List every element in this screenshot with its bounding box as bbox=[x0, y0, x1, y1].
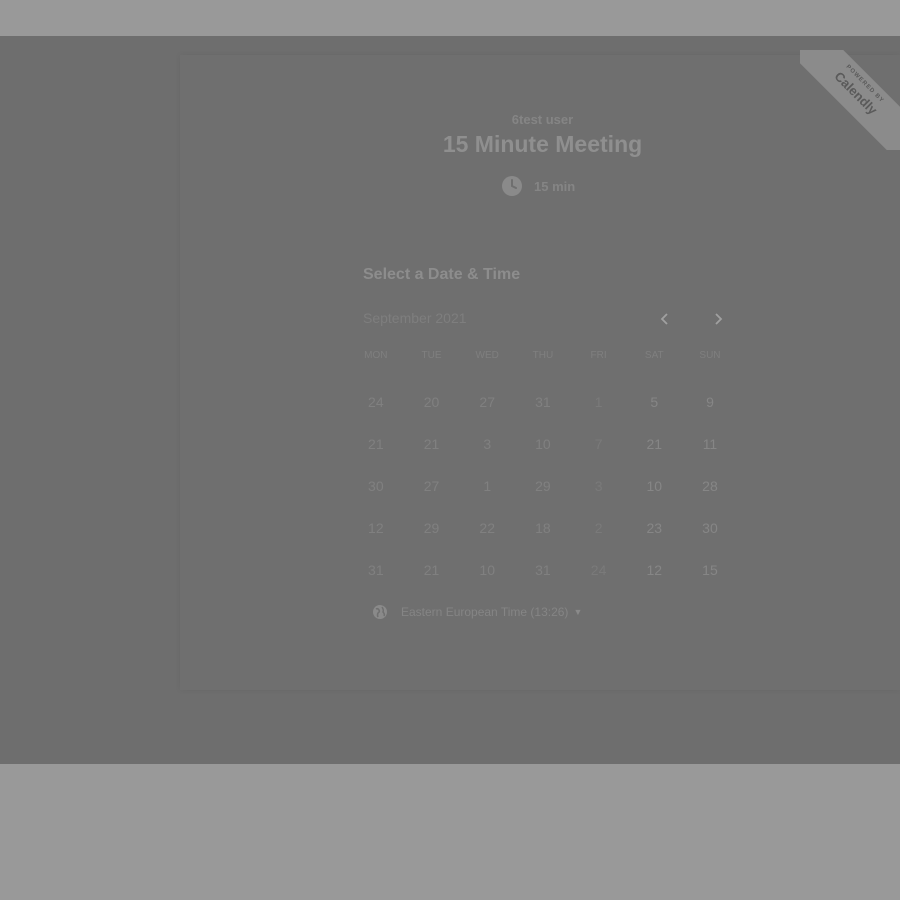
calendar-day[interactable]: 28 bbox=[682, 479, 738, 493]
calendar-day[interactable]: 27 bbox=[459, 395, 515, 409]
duration-label: 15 min bbox=[534, 178, 576, 194]
calendar-day[interactable]: 10 bbox=[626, 479, 682, 493]
calendar-day[interactable]: 30 bbox=[348, 479, 404, 493]
calendar-day[interactable]: 1 bbox=[459, 479, 515, 493]
weekday-label: SAT bbox=[644, 350, 664, 361]
weekday-label: TUE bbox=[421, 350, 442, 361]
calendar-day[interactable]: 31 bbox=[348, 563, 404, 577]
calendar-week-row: 21 21 3 10 7 21 11 bbox=[348, 423, 738, 465]
weekday-label: WED bbox=[475, 350, 499, 361]
calendar-day[interactable]: 21 bbox=[404, 437, 460, 451]
month-navigation: September 2021 bbox=[363, 310, 735, 330]
calendar-day[interactable]: 1 bbox=[571, 395, 627, 409]
calendar-day[interactable]: 23 bbox=[626, 521, 682, 535]
calendar-day[interactable]: 21 bbox=[626, 437, 682, 451]
calendar-day[interactable]: 2 bbox=[571, 521, 627, 535]
prev-month-button[interactable] bbox=[654, 308, 676, 330]
calendar-day[interactable]: 27 bbox=[404, 479, 460, 493]
weekday-label: FRI bbox=[590, 350, 607, 361]
timezone-selector[interactable]: Eastern European Time (13:26) ▼ bbox=[372, 604, 582, 620]
calendar-day[interactable]: 12 bbox=[626, 563, 682, 577]
chevron-left-icon bbox=[660, 313, 668, 325]
calendar-day[interactable]: 20 bbox=[404, 395, 460, 409]
calendar-week-row: 24 20 27 31 1 5 9 bbox=[348, 381, 738, 423]
calendar-week-row: 30 27 1 29 3 10 28 bbox=[348, 465, 738, 507]
calendar-day[interactable]: 10 bbox=[515, 437, 571, 451]
calendar-day[interactable]: 12 bbox=[348, 521, 404, 535]
calendar-day[interactable]: 18 bbox=[515, 521, 571, 535]
calendar-day[interactable]: 29 bbox=[515, 479, 571, 493]
globe-icon bbox=[373, 605, 387, 619]
calendar-day[interactable]: 3 bbox=[571, 479, 627, 493]
caret-down-icon: ▼ bbox=[573, 607, 583, 617]
chevron-right-icon bbox=[715, 313, 723, 325]
calendar-day[interactable]: 31 bbox=[515, 395, 571, 409]
weekday-label: MON bbox=[364, 350, 388, 361]
calendar-weeks: 24 20 27 31 1 5 9 21 21 3 10 7 21 11 30 27 1 29 3 10 28 12 29 2… bbox=[348, 381, 738, 591]
calendar-day[interactable]: 21 bbox=[348, 437, 404, 451]
month-label: September 2021 bbox=[363, 310, 467, 326]
calendar-day[interactable]: 24 bbox=[571, 563, 627, 577]
calendar-day[interactable]: 10 bbox=[459, 563, 515, 577]
calendar-grid: MON TUE WED THU FRI SAT SUN 24 20 27 31 1 5 9 21 21 3 10… bbox=[348, 350, 738, 591]
next-month-button[interactable] bbox=[707, 308, 729, 330]
host-name: 6test user bbox=[511, 112, 574, 127]
calendar-week-row: 31 21 10 31 24 12 15 bbox=[348, 549, 738, 591]
timezone-label: Eastern European Time (13:26) bbox=[401, 605, 569, 619]
weekday-header: MON TUE WED THU FRI SAT SUN bbox=[348, 350, 738, 366]
calendar-day[interactable]: 30 bbox=[682, 521, 738, 535]
calendar-day[interactable]: 15 bbox=[682, 563, 738, 577]
event-duration: 15 min bbox=[502, 176, 575, 196]
calendar-day[interactable]: 7 bbox=[571, 437, 627, 451]
weekday-label: SUN bbox=[699, 350, 721, 361]
calendar-day[interactable]: 31 bbox=[515, 563, 571, 577]
select-date-heading: Select a Date & Time bbox=[363, 266, 521, 283]
calendar-day[interactable]: 11 bbox=[682, 437, 738, 451]
event-title: 15 Minute Meeting bbox=[442, 131, 643, 157]
calendar-day[interactable]: 3 bbox=[459, 437, 515, 451]
calendar-day[interactable]: 29 bbox=[404, 521, 460, 535]
calendar-day[interactable]: 22 bbox=[459, 521, 515, 535]
calendar-day[interactable]: 21 bbox=[404, 563, 460, 577]
calendar-day[interactable]: 9 bbox=[682, 395, 738, 409]
clock-icon bbox=[502, 176, 522, 196]
calendar-day[interactable]: 5 bbox=[626, 395, 682, 409]
calendar-week-row: 12 29 22 18 2 23 30 bbox=[348, 507, 738, 549]
calendar-day[interactable]: 24 bbox=[348, 395, 404, 409]
weekday-label: THU bbox=[532, 350, 554, 361]
